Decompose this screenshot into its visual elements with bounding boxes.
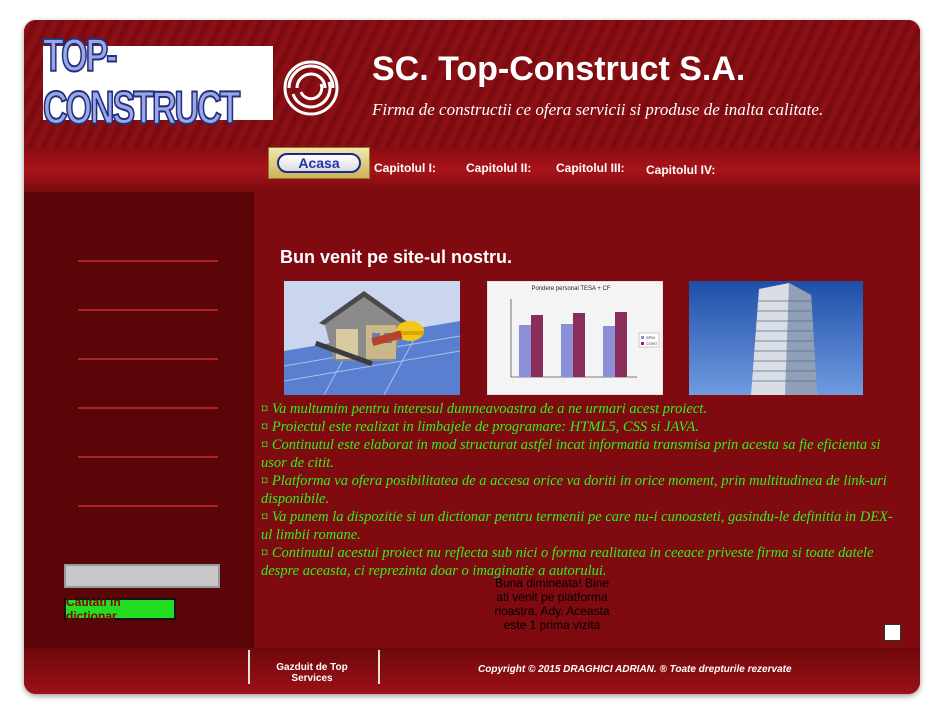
nav-home-button[interactable]: Acasa: [268, 147, 370, 179]
chart-legend-2: CONT: [646, 341, 658, 346]
site-subtitle: Firma de constructii ce ofera servicii s…: [372, 100, 824, 119]
sidebar-item[interactable]: [78, 505, 218, 507]
chart-legend-1: SPM: [646, 335, 655, 340]
bullet-item: ¤ Va punem la dispozitie si un dictionar…: [261, 509, 893, 543]
nav-home-label: Acasa: [277, 153, 361, 173]
logo[interactable]: TOP-CONSTRUCT: [42, 29, 273, 135]
checkbox[interactable]: [884, 624, 901, 641]
nav-link-capitolul-4[interactable]: Capitolul IV:: [646, 163, 715, 177]
copyright-text: Copyright © 2015 DRAGHICI ADRIAN. ® Toat…: [478, 664, 792, 675]
dictionary-search-button[interactable]: Cautati in dictionar: [64, 595, 176, 623]
logo-text: TOP-CONSTRUCT: [42, 29, 241, 135]
chart-title: Pondere personal TESA + CF: [531, 286, 610, 292]
house-blueprint-image: [284, 281, 460, 395]
nav-link-capitolul-2[interactable]: Capitolul II:: [466, 161, 531, 175]
intro-bullets: ¤ Va multumim pentru interesul dumneavoa…: [261, 400, 903, 580]
greeting-message: Buna dimineata! Bine ati venit pe platfo…: [494, 576, 610, 632]
bullet-item: ¤ Proiectul este realizat in limbajele d…: [261, 419, 699, 435]
hosted-by-text: Gazduit de Top Services: [276, 662, 348, 684]
personnel-chart-image: Pondere personal TESA + CF SPM CONT: [487, 281, 663, 395]
footer-divider: [378, 650, 380, 684]
nav-link-capitolul-3[interactable]: Capitolul III:: [556, 161, 625, 175]
header: TOP-CONSTRUCT SC. Top-Construct S.A. Fir…: [24, 20, 920, 148]
sidebar-item[interactable]: [78, 309, 218, 311]
page-frame: TOP-CONSTRUCT SC. Top-Construct S.A. Fir…: [24, 20, 920, 694]
sidebar-item[interactable]: [78, 358, 218, 360]
site-title: SC. Top-Construct S.A.: [372, 50, 746, 88]
welcome-heading: Bun venit pe site-ul nostru.: [280, 247, 513, 267]
nav-link-capitolul-1[interactable]: Capitolul I:: [374, 161, 436, 175]
bullet-item: ¤ Va multumim pentru interesul dumneavoa…: [261, 401, 707, 417]
sidebar-item[interactable]: [78, 260, 218, 262]
dictionary-search-input[interactable]: [64, 564, 220, 588]
footer-divider: [248, 650, 250, 684]
bullet-item: ¤ Platforma va ofera posibilitatea de a …: [261, 473, 887, 507]
footer: Gazduit de Top Services Copyright © 2015…: [24, 648, 920, 694]
sidebar-item[interactable]: [78, 407, 218, 409]
bullet-item: ¤ Continutul este elaborat in mod struct…: [261, 437, 881, 471]
swirl-logo-icon: [283, 60, 339, 116]
office-tower-image: [689, 281, 863, 395]
sidebar-item[interactable]: [78, 456, 218, 458]
bullet-item: ¤ Continutul acestui proiect nu reflecta…: [261, 545, 874, 579]
